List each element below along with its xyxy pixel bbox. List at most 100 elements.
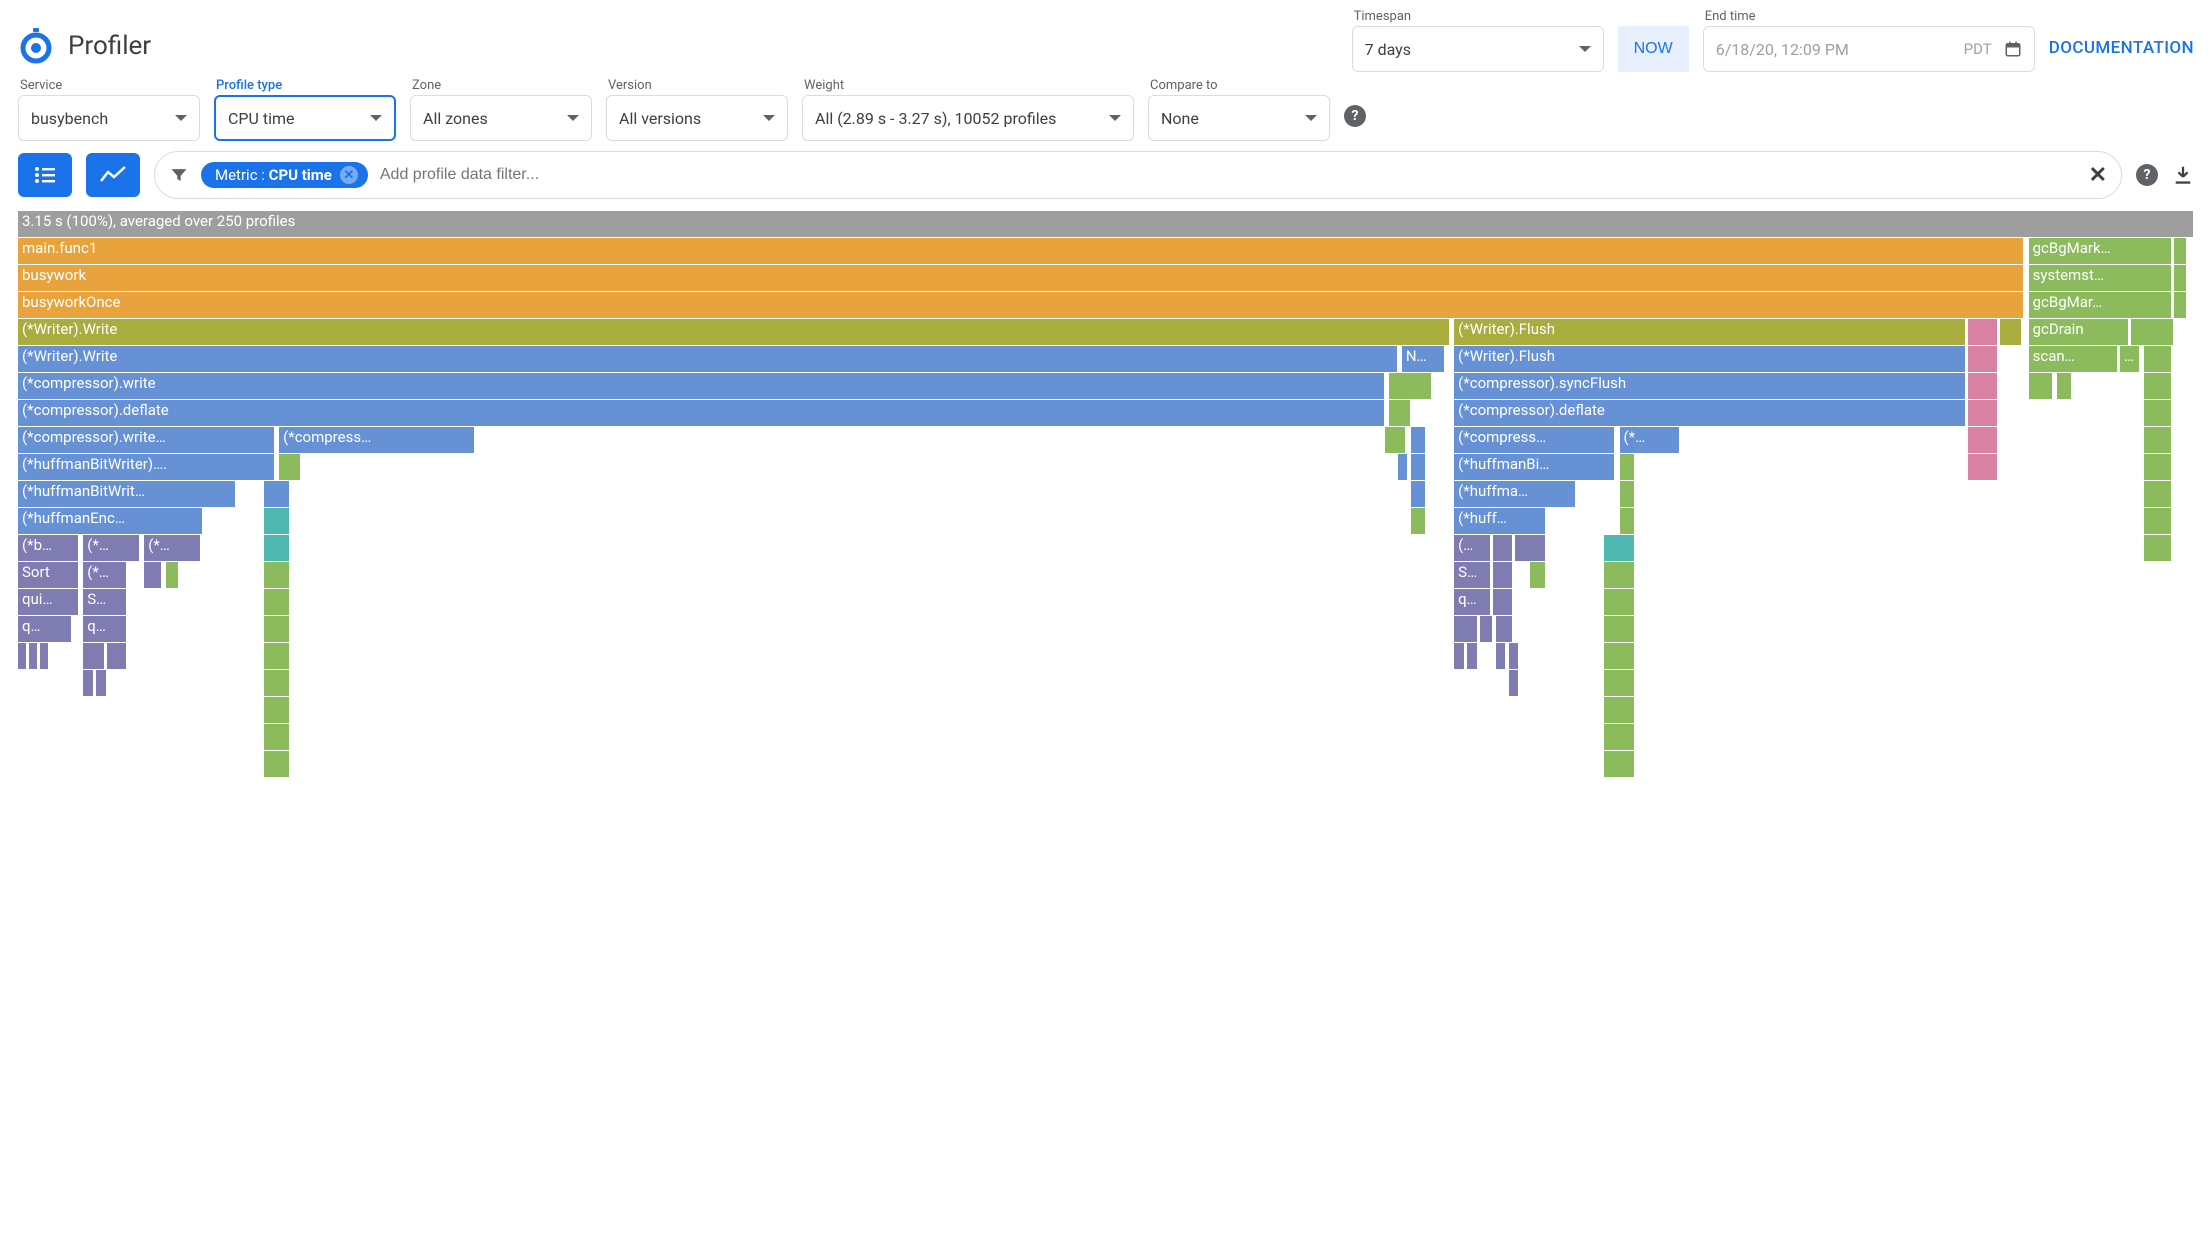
flame-cell[interactable]: [264, 562, 290, 588]
flame-cell[interactable]: [1496, 643, 1507, 669]
flame-cell[interactable]: [1509, 643, 1520, 669]
flame-cell[interactable]: [264, 751, 290, 777]
flame-cell[interactable]: [1604, 724, 1634, 750]
flame-cell[interactable]: [1604, 616, 1634, 642]
flame-cell[interactable]: (*huffma…: [1454, 481, 1576, 507]
flame-cell[interactable]: [264, 508, 290, 534]
flame-cell[interactable]: [1411, 481, 1426, 507]
list-view-button[interactable]: [18, 153, 72, 197]
clear-filter-icon[interactable]: ✕: [2089, 163, 2107, 188]
flame-cell[interactable]: (*b…: [18, 535, 79, 561]
flame-cell[interactable]: main.func1: [18, 238, 2024, 264]
flame-cell[interactable]: N…: [1402, 346, 1446, 372]
flame-cell[interactable]: [1509, 670, 1520, 696]
flame-cell[interactable]: [1604, 535, 1634, 561]
flame-cell[interactable]: (*Writer).Flush: [1454, 346, 1965, 372]
flame-cell[interactable]: [1467, 643, 1478, 669]
flame-cell[interactable]: gcBgMark…: [2029, 238, 2173, 264]
flame-cell[interactable]: (*…: [1620, 427, 1681, 453]
flame-cell[interactable]: [1385, 427, 1407, 453]
flame-cell[interactable]: [1389, 373, 1433, 399]
flame-cell[interactable]: (…: [1454, 535, 1491, 561]
flame-cell[interactable]: [264, 724, 290, 750]
flame-cell[interactable]: q…: [83, 616, 127, 642]
flame-cell[interactable]: [264, 697, 290, 723]
flame-cell[interactable]: [1493, 535, 1513, 561]
flame-graph[interactable]: 3.15 s (100%), averaged over 250 profile…: [0, 209, 2212, 780]
flame-cell[interactable]: [2174, 292, 2187, 318]
flame-cell[interactable]: (*compress…: [1454, 427, 1615, 453]
flame-cell[interactable]: [1604, 697, 1634, 723]
timespan-select[interactable]: 7 days: [1352, 26, 1604, 72]
service-select[interactable]: busybench: [18, 95, 200, 141]
flame-cell[interactable]: [83, 670, 94, 696]
flame-cell[interactable]: (*compressor).write: [18, 373, 1385, 399]
flame-cell[interactable]: [264, 589, 290, 615]
flame-cell[interactable]: [2144, 481, 2172, 507]
flame-cell[interactable]: [1411, 508, 1426, 534]
flame-cell[interactable]: [1604, 751, 1634, 777]
flame-cell[interactable]: [18, 643, 27, 669]
history-view-button[interactable]: [86, 153, 140, 197]
flame-cell[interactable]: q…: [1454, 589, 1491, 615]
flame-cell[interactable]: [1480, 616, 1493, 642]
flame-cell[interactable]: [1454, 616, 1478, 642]
weight-select[interactable]: All (2.89 s - 3.27 s), 10052 profiles: [802, 95, 1134, 141]
flame-cell[interactable]: [1604, 589, 1634, 615]
flame-cell[interactable]: [1604, 562, 1634, 588]
flame-cell[interactable]: (*huff…: [1454, 508, 1545, 534]
flame-cell[interactable]: [29, 643, 38, 669]
filter-icon[interactable]: [169, 165, 189, 185]
flame-cell[interactable]: [2029, 373, 2053, 399]
flame-cell[interactable]: (*compressor).syncFlush: [1454, 373, 1965, 399]
flame-cell[interactable]: (*Writer).Write: [18, 319, 1450, 345]
flame-cell[interactable]: [264, 481, 290, 507]
flame-cell[interactable]: [2174, 238, 2187, 264]
flame-cell[interactable]: [264, 670, 290, 696]
flame-cell[interactable]: [2000, 319, 2022, 345]
flame-cell[interactable]: [264, 535, 290, 561]
flame-cell[interactable]: (*huffmanEnc…: [18, 508, 203, 534]
help-icon[interactable]: ?: [1344, 105, 1366, 127]
flame-cell[interactable]: [2174, 265, 2187, 291]
compare-select[interactable]: None: [1148, 95, 1330, 141]
flame-cell[interactable]: (*…: [83, 535, 140, 561]
flame-cell[interactable]: [1620, 508, 1635, 534]
zone-select[interactable]: All zones: [410, 95, 592, 141]
flame-cell[interactable]: systemst…: [2029, 265, 2173, 291]
flame-cell[interactable]: (*Writer).Flush: [1454, 319, 1965, 345]
flame-cell[interactable]: (*huffmanBi…: [1454, 454, 1615, 480]
version-select[interactable]: All versions: [606, 95, 788, 141]
flame-cell[interactable]: [264, 643, 290, 669]
flame-cell[interactable]: [40, 643, 49, 669]
download-icon[interactable]: [2172, 164, 2194, 186]
flame-cell[interactable]: [1389, 400, 1411, 426]
flame-cell[interactable]: (*huffmanBitWriter)….: [18, 454, 275, 480]
flame-cell[interactable]: gcDrain: [2029, 319, 2129, 345]
flame-cell[interactable]: [2144, 346, 2172, 372]
flame-cell[interactable]: Sort: [18, 562, 79, 588]
flame-cell[interactable]: busyworkOnce: [18, 292, 2024, 318]
flame-cell[interactable]: busywork: [18, 265, 2024, 291]
flame-cell[interactable]: [1398, 454, 1409, 480]
flame-cell[interactable]: [1530, 562, 1545, 588]
flame-cell[interactable]: qui…: [18, 589, 79, 615]
profiletype-select[interactable]: CPU time: [214, 95, 396, 141]
flame-cell[interactable]: (*compressor).write…: [18, 427, 275, 453]
flame-cell[interactable]: [2144, 535, 2172, 561]
flame-cell[interactable]: [1604, 670, 1634, 696]
flame-cell[interactable]: [1493, 562, 1513, 588]
flame-cell[interactable]: [96, 670, 107, 696]
filter-help-icon[interactable]: ?: [2136, 164, 2158, 186]
flame-cell[interactable]: (*huffmanBitWrit…: [18, 481, 236, 507]
flame-cell[interactable]: [1493, 589, 1513, 615]
flame-cell[interactable]: [2057, 373, 2072, 399]
flame-cell[interactable]: [1620, 454, 1635, 480]
flame-cell[interactable]: (*…: [83, 562, 127, 588]
flame-cell[interactable]: [2131, 319, 2175, 345]
flame-cell[interactable]: S…: [1454, 562, 1491, 588]
flame-cell[interactable]: [1515, 535, 1545, 561]
flame-cell[interactable]: [1968, 454, 1998, 480]
flame-cell[interactable]: [1604, 643, 1634, 669]
flame-cell[interactable]: q…: [18, 616, 72, 642]
